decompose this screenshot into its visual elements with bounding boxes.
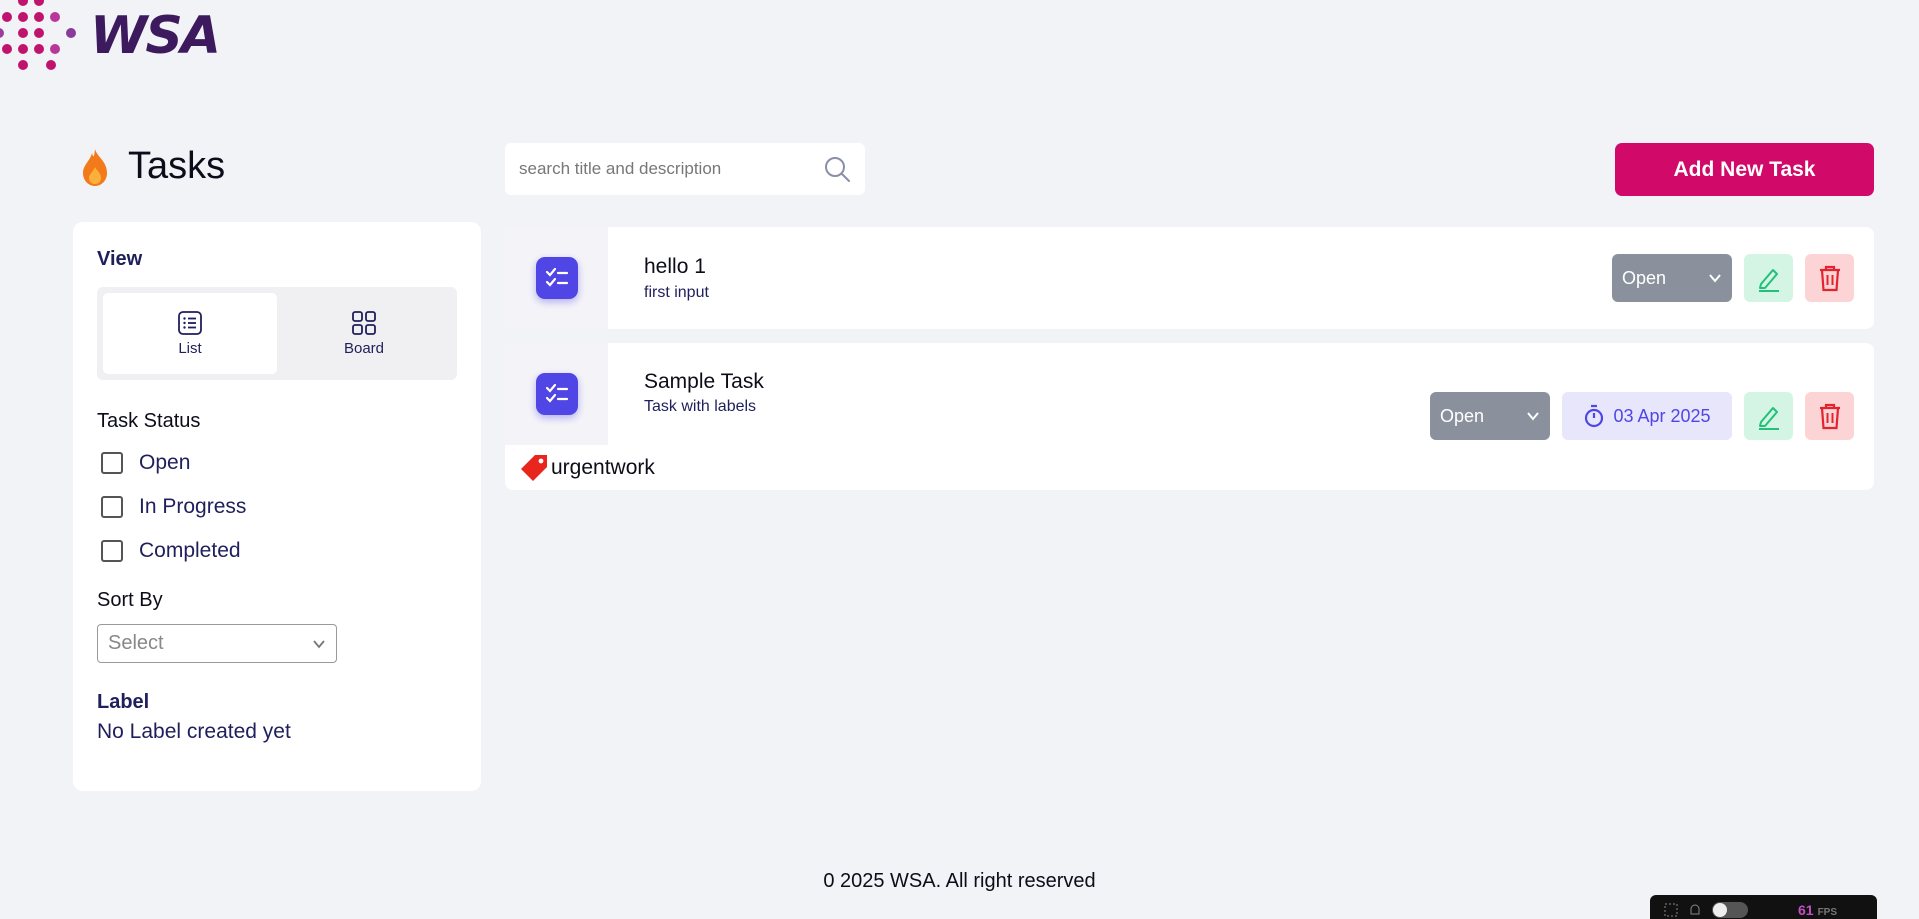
checkbox-in-progress[interactable]	[101, 496, 123, 518]
logo-dots-icon	[0, 0, 80, 75]
task-title: Sample Task	[644, 370, 764, 393]
fps-unit: FPS	[1817, 907, 1838, 918]
page-title: Tasks	[80, 145, 225, 188]
footer-copyright: 0 2025 WSA. All right reserved	[823, 870, 1096, 892]
task-title: hello 1	[644, 255, 706, 278]
status-filter-open[interactable]: Open	[97, 451, 457, 475]
task-status-value: Open	[1622, 267, 1667, 288]
list-icon	[178, 311, 202, 335]
checkbox-open[interactable]	[101, 452, 123, 474]
view-option-board[interactable]: Board	[277, 293, 451, 374]
task-status-select[interactable]: Open	[1612, 254, 1732, 302]
edit-task-button[interactable]	[1744, 392, 1793, 440]
chevron-down-icon	[1709, 274, 1721, 283]
due-date-text: 03 Apr 2025	[1613, 405, 1711, 426]
search-input[interactable]	[519, 159, 823, 179]
task-label-text: urgentwork	[551, 456, 655, 479]
search-box[interactable]	[505, 143, 865, 195]
label-title: Label	[97, 691, 150, 713]
task-icon-column	[505, 343, 608, 445]
status-filter-label: Completed	[139, 539, 241, 562]
trash-icon	[1819, 265, 1840, 292]
add-new-task-button[interactable]: Add New Task	[1615, 143, 1874, 196]
chevron-down-icon	[1527, 412, 1539, 421]
trash-icon	[1819, 403, 1840, 430]
logo-wordmark: WSA	[90, 6, 221, 66]
view-option-list[interactable]: List	[103, 293, 277, 374]
delete-task-button[interactable]	[1805, 254, 1854, 302]
edit-task-button[interactable]	[1744, 254, 1793, 302]
task-label[interactable]: urgentwork	[517, 451, 655, 485]
task-description: Task with labels	[644, 398, 757, 415]
sort-by-value: Select	[108, 632, 164, 654]
sort-by-title: Sort By	[97, 589, 163, 611]
status-filter-in-progress[interactable]: In Progress	[97, 495, 457, 519]
pencil-icon	[1758, 269, 1779, 292]
view-toggle: List Board	[97, 287, 457, 380]
bell-icon[interactable]	[1688, 903, 1702, 917]
page-title-text: Tasks	[128, 145, 226, 187]
pencil-icon	[1758, 407, 1779, 430]
task-status-select[interactable]: Open	[1430, 392, 1550, 440]
sort-by-select[interactable]: Select	[97, 624, 337, 663]
task-card[interactable]: Sample Task Task with labels Open 03 Apr…	[505, 343, 1874, 490]
select-icon[interactable]	[1664, 903, 1678, 917]
status-filter-completed[interactable]: Completed	[97, 539, 457, 563]
status-filter-label: Open	[139, 451, 191, 474]
chevron-down-icon	[313, 639, 325, 648]
view-option-list-label: List	[178, 340, 202, 357]
view-option-board-label: Board	[343, 340, 385, 357]
fps-counter: 61 FPS	[1798, 902, 1837, 918]
stopwatch-icon	[1585, 404, 1604, 428]
fps-value: 61	[1798, 902, 1814, 918]
task-description: first input	[644, 284, 709, 301]
checklist-icon	[535, 257, 578, 299]
search-icon[interactable]	[823, 155, 851, 183]
filter-sidebar: View List Board Task Status Open In Prog…	[73, 222, 481, 791]
task-status-value: Open	[1440, 405, 1485, 426]
view-title: View	[97, 248, 143, 270]
delete-task-button[interactable]	[1805, 392, 1854, 440]
checkbox-completed[interactable]	[101, 540, 123, 562]
status-filter-label: In Progress	[139, 495, 247, 518]
checklist-icon	[535, 373, 578, 415]
label-empty-text: No Label created yet	[97, 720, 291, 743]
flame-icon	[83, 148, 107, 186]
task-icon-column	[505, 227, 608, 329]
due-date-badge: 03 Apr 2025	[1562, 392, 1732, 440]
tag-icon	[521, 455, 547, 481]
dev-toolbar: 61 FPS	[1650, 895, 1877, 919]
task-status-title: Task Status	[97, 410, 201, 432]
wsa-logo[interactable]: WSA	[0, 0, 230, 80]
task-card[interactable]: hello 1 first input Open	[505, 227, 1874, 329]
grid-icon	[352, 311, 376, 335]
toggle-switch[interactable]	[1712, 902, 1748, 918]
